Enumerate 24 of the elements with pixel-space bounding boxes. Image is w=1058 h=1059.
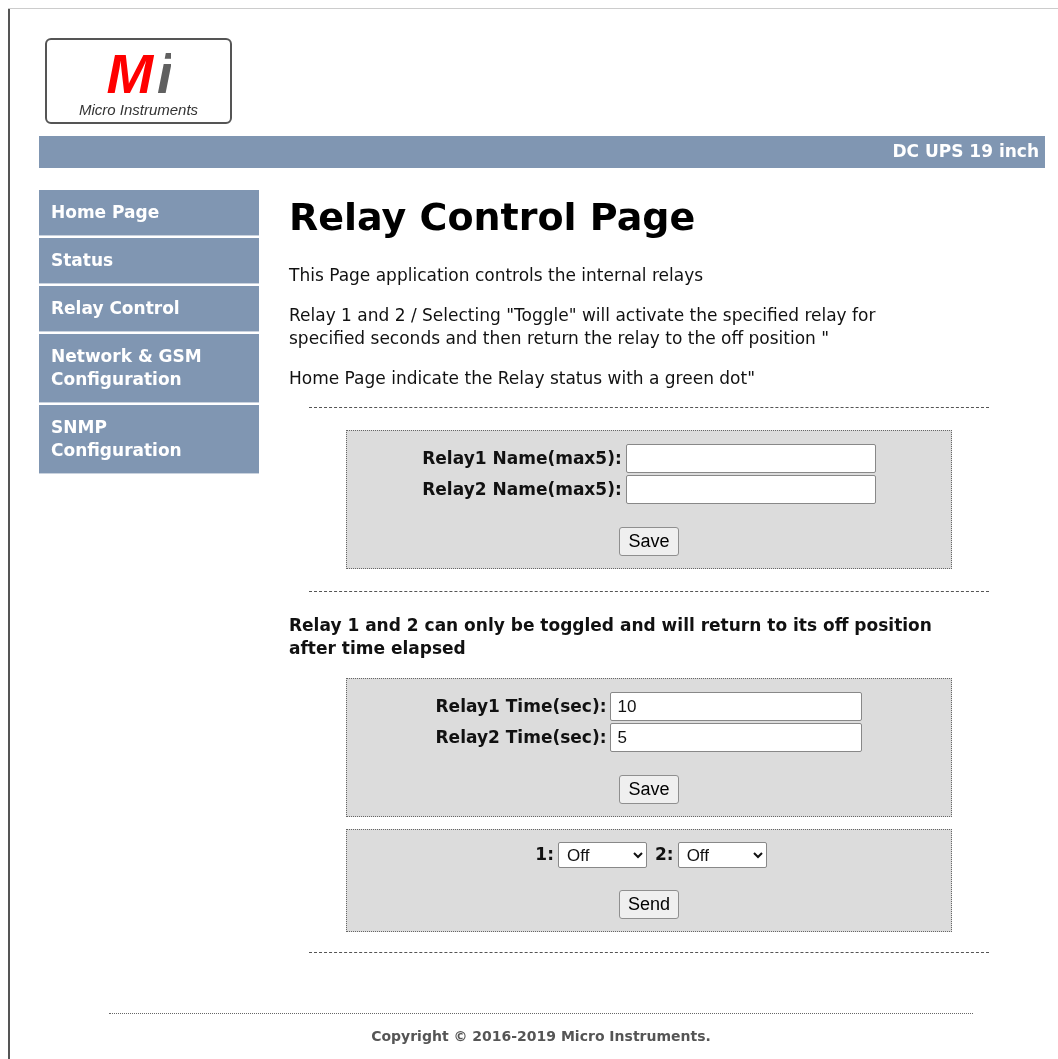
toggle-note: Relay 1 and 2 can only be toggled and will return to its off position after time elapsed bbox=[289, 614, 933, 660]
select-label: 1: bbox=[535, 843, 554, 867]
input-field[interactable]: 5 bbox=[610, 723, 863, 752]
paragraph: This Page application controls the internal relays bbox=[289, 264, 705, 287]
save-button[interactable]: Save bbox=[619, 527, 679, 556]
input-field[interactable]: 10 bbox=[610, 692, 863, 721]
field-label: Relay1 Name(max5): bbox=[422, 446, 623, 470]
save-button[interactable]: Save bbox=[619, 775, 679, 804]
input-field[interactable] bbox=[625, 475, 876, 504]
dropdown[interactable]: Off bbox=[558, 842, 647, 868]
paragraph: Home Page indicate the Relay status with a green dot" bbox=[289, 367, 756, 390]
field-label: Relay2 Time(sec): bbox=[435, 725, 608, 749]
field-label: Relay1 Time(sec): bbox=[435, 694, 608, 718]
logo-mark: M bbox=[106, 45, 152, 102]
send-button[interactable]: Send bbox=[618, 890, 679, 919]
paragraph: Relay 1 and 2 / Selecting "Toggle" will activate the specified relay for specified seconds and then return the relay to the off position " bbox=[289, 304, 877, 350]
select-label: 2: bbox=[655, 843, 674, 867]
dropdown[interactable]: Off bbox=[677, 842, 767, 868]
input-field[interactable] bbox=[625, 444, 876, 473]
page-title: Relay Control Page bbox=[289, 198, 697, 236]
copyright: Copyright © 2016-2019 Micro Instruments. bbox=[371, 1027, 711, 1046]
logo-text: Micro Instruments bbox=[78, 101, 199, 117]
field-label: Relay2 Name(max5): bbox=[422, 477, 623, 501]
header-title: DC UPS 19 inch bbox=[892, 140, 1039, 164]
